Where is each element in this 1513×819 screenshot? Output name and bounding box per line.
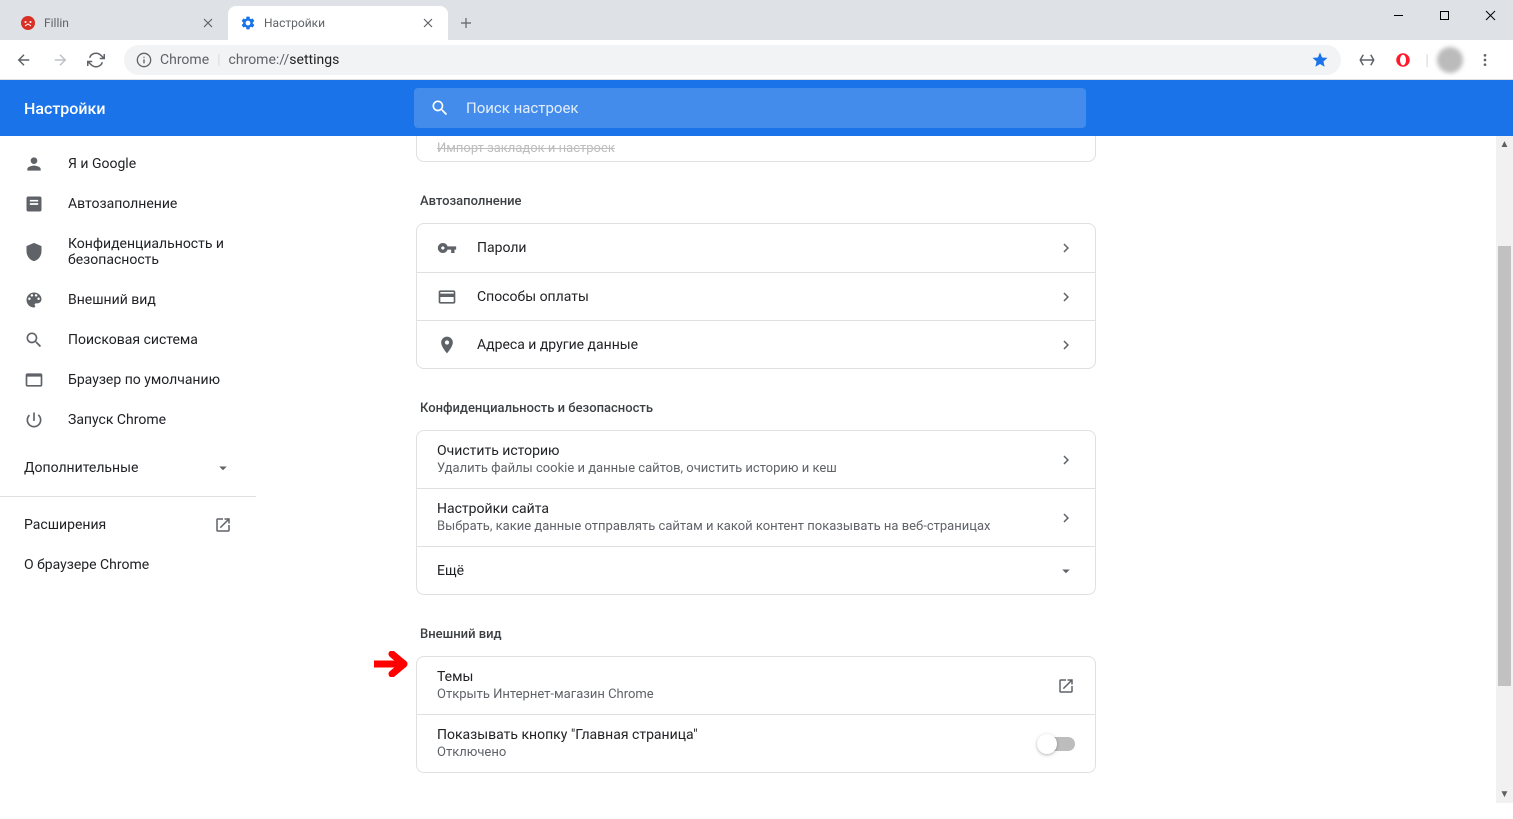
sidebar-item-label: Поисковая система xyxy=(68,332,198,348)
sidebar-item-label: Внешний вид xyxy=(68,292,156,308)
close-icon[interactable] xyxy=(200,15,216,31)
row-payment-methods[interactable]: Способы оплаты xyxy=(417,272,1095,320)
window-controls xyxy=(1375,0,1513,30)
maximize-button[interactable] xyxy=(1421,0,1467,30)
credit-card-icon xyxy=(437,287,457,307)
row-themes[interactable]: Темы Открыть Интернет-магазин Chrome xyxy=(417,657,1095,714)
close-window-button[interactable] xyxy=(1467,0,1513,30)
palette-icon xyxy=(24,290,44,310)
person-icon xyxy=(24,154,44,174)
card-appearance: Темы Открыть Интернет-магазин Chrome Пок… xyxy=(416,656,1096,773)
chevron-right-icon xyxy=(1057,336,1075,354)
shield-icon xyxy=(24,242,44,262)
profile-avatar[interactable] xyxy=(1437,47,1463,73)
key-icon xyxy=(437,238,457,258)
chevron-right-icon xyxy=(1057,509,1075,527)
row-import-bookmarks-cut[interactable]: Импорт закладок и настроек xyxy=(416,136,1096,162)
scroll-up-icon[interactable]: ▲ xyxy=(1496,136,1513,153)
omnibox-url: chrome://settings xyxy=(229,52,340,68)
sidebar-item-label: Конфиденциальность и безопасность xyxy=(68,236,232,268)
new-tab-button[interactable] xyxy=(452,9,480,37)
settings-header: Настройки xyxy=(0,80,1513,136)
close-icon[interactable] xyxy=(420,15,436,31)
tab-settings[interactable]: Настройки xyxy=(228,6,448,40)
tab-strip: Fillin Настройки xyxy=(0,0,480,40)
omnibox-host: Chrome xyxy=(160,52,209,68)
tab-title: Fillin xyxy=(44,16,192,30)
external-link-icon xyxy=(214,516,232,534)
extension-recycle-icon[interactable] xyxy=(1353,46,1381,74)
back-button[interactable] xyxy=(8,44,40,76)
section-title-autofill: Автозаполнение xyxy=(420,194,1096,209)
bookmark-star-icon[interactable] xyxy=(1311,51,1329,69)
settings-search[interactable] xyxy=(414,88,1086,128)
sidebar-about[interactable]: О браузере Chrome xyxy=(0,545,256,585)
scrollbar-thumb[interactable] xyxy=(1498,246,1511,686)
row-site-settings[interactable]: Настройки сайта Выбрать, какие данные от… xyxy=(417,488,1095,546)
sidebar-item-label: Запуск Chrome xyxy=(68,412,166,428)
chevron-right-icon xyxy=(1057,288,1075,306)
tab-title: Настройки xyxy=(264,16,412,30)
row-clear-browsing-data[interactable]: Очистить историю Удалить файлы cookie и … xyxy=(417,431,1095,488)
minimize-button[interactable] xyxy=(1375,0,1421,30)
menu-button[interactable] xyxy=(1471,46,1499,74)
sidebar-item-autofill[interactable]: Автозаполнение xyxy=(0,184,256,224)
row-home-button[interactable]: Показывать кнопку "Главная страница" Отк… xyxy=(417,714,1095,772)
row-more[interactable]: Ещё xyxy=(417,546,1095,594)
sidebar-item-appearance[interactable]: Внешний вид xyxy=(0,280,256,320)
sidebar-item-startup[interactable]: Запуск Chrome xyxy=(0,400,256,440)
omnibox[interactable]: Chrome | chrome://settings xyxy=(124,45,1341,75)
chevron-down-icon xyxy=(1057,562,1075,580)
section-title-privacy: Конфиденциальность и безопасность xyxy=(420,401,1096,416)
card-autofill: Пароли Способы оплаты Адреса и другие да… xyxy=(416,223,1096,369)
section-title-appearance: Внешний вид xyxy=(420,627,1096,642)
sidebar-item-label: Я и Google xyxy=(68,156,136,172)
annotation-arrow-icon xyxy=(374,651,414,677)
location-icon xyxy=(437,335,457,355)
scroll-down-icon[interactable]: ▼ xyxy=(1496,786,1513,803)
settings-favicon-icon xyxy=(240,15,256,31)
row-passwords[interactable]: Пароли xyxy=(417,224,1095,272)
sidebar-item-label: Браузер по умолчанию xyxy=(68,372,220,388)
sidebar-item-people[interactable]: Я и Google xyxy=(0,144,256,184)
sidebar-item-label: Автозаполнение xyxy=(68,196,177,212)
scrollbar-track[interactable]: ▲ ▼ xyxy=(1496,136,1513,803)
search-icon xyxy=(24,330,44,350)
sidebar-item-search[interactable]: Поисковая система xyxy=(0,320,256,360)
page-title: Настройки xyxy=(24,99,414,118)
browser-titlebar: Fillin Настройки xyxy=(0,0,1513,40)
site-info-icon[interactable] xyxy=(136,52,152,68)
forward-button[interactable] xyxy=(44,44,76,76)
separator xyxy=(0,496,256,497)
browser-icon xyxy=(24,370,44,390)
external-link-icon xyxy=(1057,677,1075,695)
chevron-down-icon xyxy=(214,459,232,477)
power-icon xyxy=(24,410,44,430)
chevron-right-icon xyxy=(1057,239,1075,257)
sidebar-item-default-browser[interactable]: Браузер по умолчанию xyxy=(0,360,256,400)
sidebar-advanced[interactable]: Дополнительные xyxy=(0,448,256,488)
sidebar-item-privacy[interactable]: Конфиденциальность и безопасность xyxy=(0,224,256,280)
card-privacy: Очистить историю Удалить файлы cookie и … xyxy=(416,430,1096,595)
search-input[interactable] xyxy=(466,99,1070,117)
chevron-right-icon xyxy=(1057,451,1075,469)
search-icon xyxy=(430,98,450,118)
autofill-icon xyxy=(24,194,44,214)
extension-opera-icon[interactable] xyxy=(1389,46,1417,74)
settings-main: Импорт закладок и настроек Автозаполнени… xyxy=(256,136,1513,819)
row-addresses[interactable]: Адреса и другие данные xyxy=(417,320,1095,368)
sidebar-extensions[interactable]: Расширения xyxy=(0,505,256,545)
browser-toolbar: Chrome | chrome://settings | xyxy=(0,40,1513,80)
settings-sidebar: Я и Google Автозаполнение Конфиденциальн… xyxy=(0,136,256,819)
toggle-home-button[interactable] xyxy=(1039,737,1075,751)
fillin-favicon-icon xyxy=(20,15,36,31)
reload-button[interactable] xyxy=(80,44,112,76)
tab-fillin[interactable]: Fillin xyxy=(8,6,228,40)
